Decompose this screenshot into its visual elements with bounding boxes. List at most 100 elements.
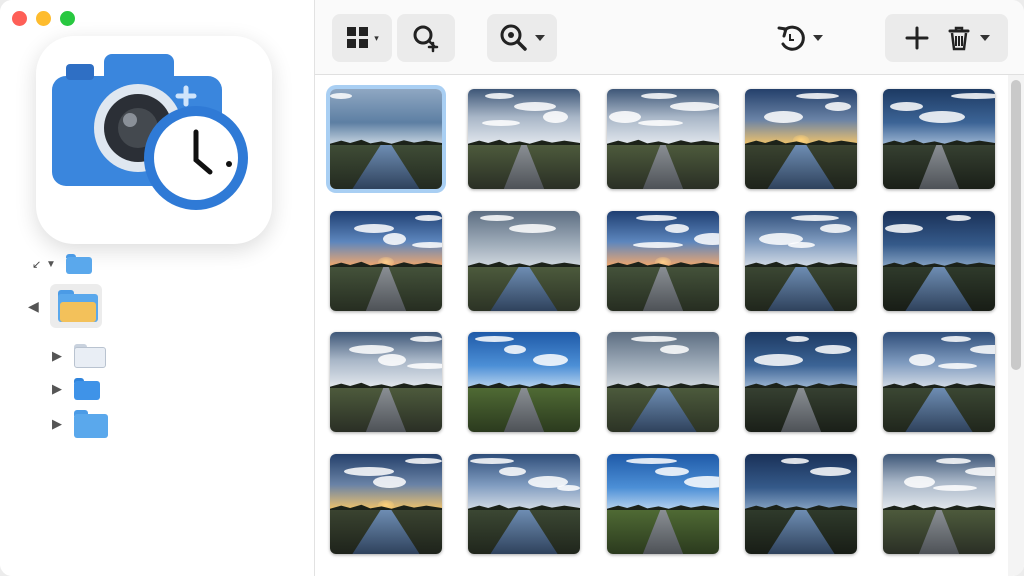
photo-cloud [660, 345, 689, 354]
photo-cloud [533, 354, 568, 366]
chevron-right-icon[interactable]: ▶ [52, 381, 66, 397]
maximize-window-button[interactable] [60, 11, 75, 26]
app-icon [36, 36, 272, 244]
photo-cloud [330, 93, 352, 99]
photo-cloud [636, 215, 677, 221]
vertical-scrollbar[interactable] [1008, 75, 1024, 576]
photo-cloud [373, 476, 406, 488]
chevron-down-icon[interactable]: ▼ [46, 259, 60, 270]
photo-cloud [641, 93, 677, 99]
photo-cloud [655, 467, 689, 476]
photo-thumbnail[interactable] [883, 211, 995, 311]
tree-item-child-1[interactable]: ▶ [52, 344, 106, 368]
photo-cloud [344, 467, 394, 476]
photo-thumbnail[interactable] [883, 89, 995, 189]
photo-thumbnail[interactable] [468, 211, 580, 311]
photo-cloud [410, 336, 442, 342]
scrollbar-thumb[interactable] [1011, 80, 1021, 370]
toolbar: ▾ [315, 0, 1024, 75]
photo-thumbnail[interactable] [607, 211, 719, 311]
tree-item-child-2[interactable]: ▶ [52, 378, 100, 400]
app-window: ↙ ▼ ◀ ▶ ▶ ▶ ▾ [0, 0, 1024, 576]
photo-thumbnail[interactable] [607, 454, 719, 554]
minimize-window-button[interactable] [36, 11, 51, 26]
photo-cloud [825, 102, 851, 111]
folder-icon [74, 410, 108, 438]
photo-cloud [514, 102, 556, 111]
photo-cloud [383, 233, 406, 245]
photo-thumbnail[interactable] [330, 211, 442, 311]
search-icon [413, 25, 439, 53]
photo-thumbnail[interactable] [468, 332, 580, 432]
photo-cloud [764, 111, 803, 123]
photo-cloud [407, 363, 442, 369]
photo-cloud [631, 336, 677, 342]
photo-cloud [349, 345, 394, 354]
chevron-right-icon[interactable]: ▶ [52, 348, 66, 364]
collapse-arrow-icon[interactable]: ↙ [32, 258, 46, 271]
photo-sky [883, 211, 995, 267]
photo-cloud [470, 458, 514, 464]
photo-thumbnail[interactable] [468, 454, 580, 554]
rotate-button[interactable] [767, 14, 831, 62]
photo-cloud [781, 458, 809, 464]
photo-thumbnail[interactable] [745, 332, 857, 432]
photo-thumbnail[interactable] [883, 454, 995, 554]
camera-clock-icon [52, 54, 248, 210]
photo-cloud [904, 476, 935, 488]
zoom-icon [500, 24, 527, 51]
window-controls [12, 11, 75, 26]
chevron-down-icon[interactable] [979, 35, 990, 41]
photo-thumbnail[interactable] [745, 211, 857, 311]
photo-cloud [412, 242, 442, 248]
photo-thumbnail[interactable] [883, 332, 995, 432]
chevron-down-icon [813, 35, 823, 41]
chevron-left-icon[interactable]: ◀ [28, 298, 42, 315]
trash-icon[interactable] [944, 23, 974, 53]
photo-cloud [791, 215, 839, 221]
photo-cloud [820, 224, 851, 233]
chevron-right-icon[interactable]: ▶ [52, 416, 66, 432]
photo-cloud [754, 354, 803, 366]
tree-item-child-3[interactable]: ▶ [52, 410, 108, 438]
photo-cloud [557, 485, 580, 491]
photo-thumbnail[interactable] [330, 454, 442, 554]
chevron-down-icon [535, 35, 545, 41]
search-button[interactable] [397, 14, 455, 62]
chevron-down-icon: ▾ [374, 32, 379, 43]
photo-cloud [638, 120, 683, 126]
selected-folder-highlight [50, 284, 102, 328]
photo-cloud [354, 224, 394, 233]
photo-cloud [378, 354, 406, 366]
view-mode-button[interactable]: ▾ [332, 14, 392, 62]
tree-item-root[interactable]: ↙ ▼ [32, 254, 92, 274]
photo-thumbnail[interactable] [330, 89, 442, 189]
photo-cloud [405, 458, 442, 464]
photo-cloud [543, 111, 568, 123]
photo-cloud [786, 336, 809, 342]
photo-cloud [788, 242, 815, 248]
photo-cloud [941, 336, 971, 342]
sidebar: ↙ ▼ ◀ ▶ ▶ ▶ [0, 0, 315, 576]
photo-cloud [485, 93, 514, 99]
photo-cloud [815, 345, 851, 354]
folder-icon [74, 344, 106, 368]
zoom-button[interactable] [487, 14, 557, 62]
plus-icon[interactable] [904, 25, 930, 51]
photo-cloud [951, 93, 995, 99]
photo-thumbnail[interactable] [607, 332, 719, 432]
photo-thumbnail[interactable] [468, 89, 580, 189]
photo-cloud [938, 363, 977, 369]
photo-cloud [946, 215, 971, 221]
photo-cloud [509, 224, 556, 233]
photo-cloud [415, 215, 442, 221]
edit-actions-group [885, 14, 1008, 62]
rotate-left-icon [777, 25, 805, 51]
grid-icon [347, 27, 369, 48]
tree-item-selected[interactable]: ◀ [28, 284, 102, 328]
photo-thumbnail[interactable] [745, 454, 857, 554]
photo-thumbnail[interactable] [607, 89, 719, 189]
close-window-button[interactable] [12, 11, 27, 26]
photo-thumbnail[interactable] [745, 89, 857, 189]
photo-thumbnail[interactable] [330, 332, 442, 432]
